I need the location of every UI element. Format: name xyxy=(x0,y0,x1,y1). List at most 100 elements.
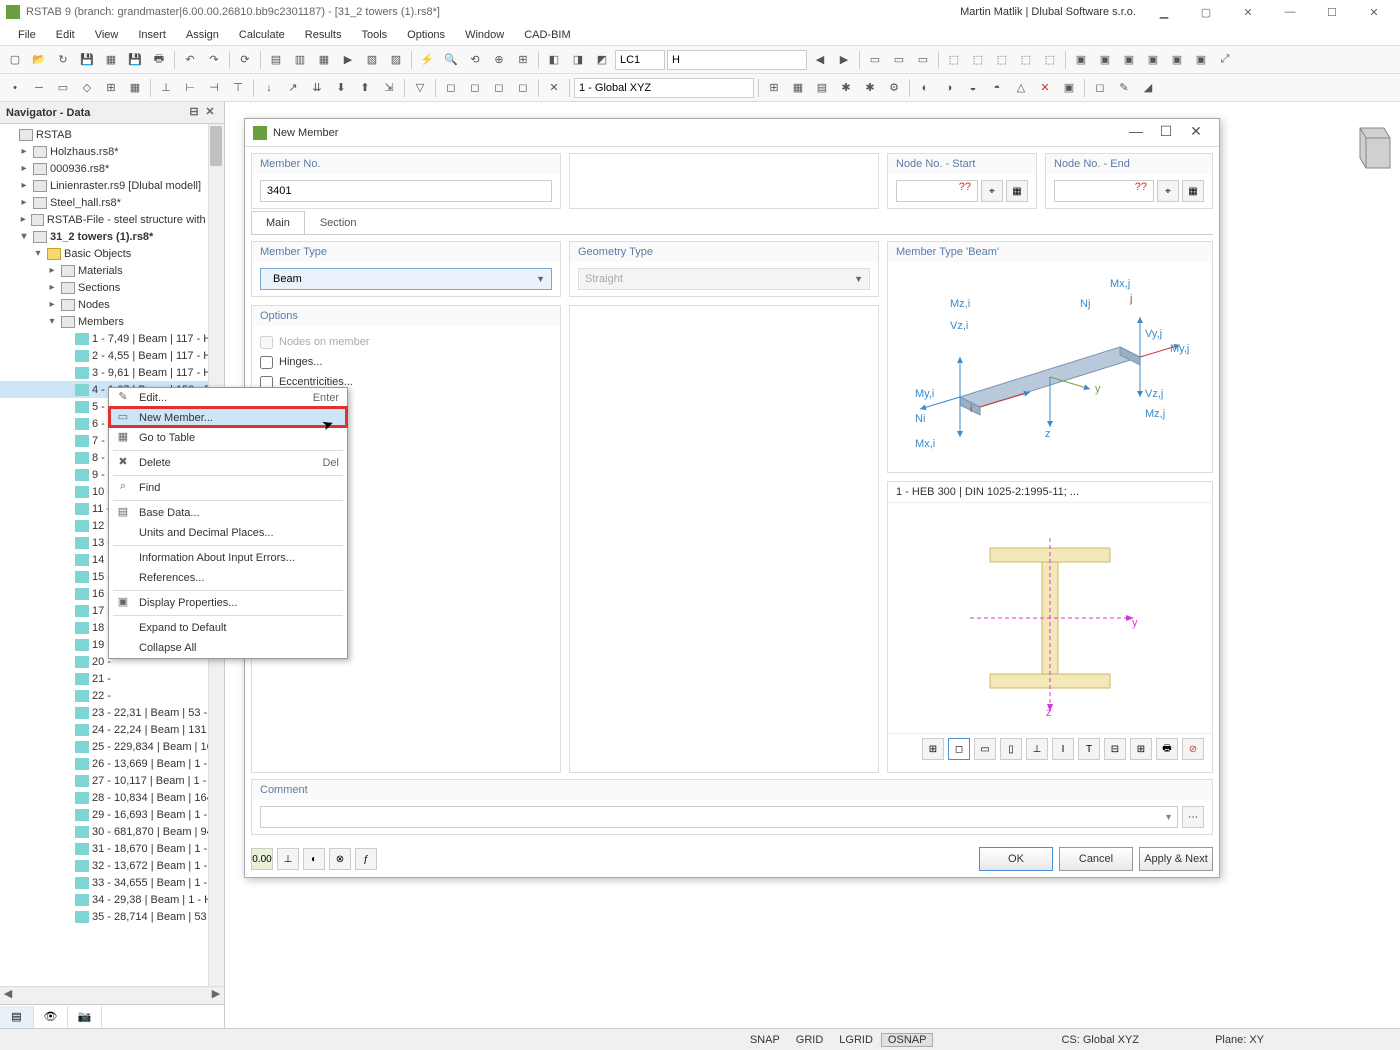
tree-member[interactable]: 26 - 13,669 | Beam | 1 - H xyxy=(0,755,224,772)
nav-left-icon[interactable]: ◀ xyxy=(809,49,831,71)
ctx-collapse-all[interactable]: Collapse All xyxy=(109,638,347,658)
t2-icon[interactable]: ─ xyxy=(28,77,50,99)
dialog-minimize-button[interactable]: — xyxy=(1121,123,1151,143)
ctx-go-to-table[interactable]: ▦Go to Table xyxy=(109,428,347,448)
sec-btn[interactable]: I xyxy=(1052,738,1074,760)
coordsystem-combo[interactable]: 1 - Global XYZ xyxy=(574,78,754,98)
cancel-button[interactable]: Cancel xyxy=(1059,847,1133,871)
ctx-find[interactable]: ⌕Find xyxy=(109,478,347,498)
t2-icon[interactable]: ◒ xyxy=(962,77,984,99)
t2-icon[interactable]: ◻ xyxy=(488,77,510,99)
ok-button[interactable]: OK xyxy=(979,847,1053,871)
option-checkbox[interactable]: Hinges... xyxy=(260,352,552,372)
t2-icon[interactable]: ⊥ xyxy=(155,77,177,99)
sec-btn[interactable]: 🖶 xyxy=(1156,738,1178,760)
tree-file[interactable]: ▸Linienraster.rs9 [Dlubal modell] xyxy=(0,177,224,194)
tree-basic-objects[interactable]: ▾Basic Objects xyxy=(0,245,224,262)
dialog-maximize-button[interactable]: ☐ xyxy=(1151,123,1181,143)
extra-button-3[interactable]: ⊗ xyxy=(329,848,351,870)
nav-tab-display[interactable]: 👁 xyxy=(34,1006,68,1028)
box6-icon[interactable]: ▣ xyxy=(1190,49,1212,71)
tree-file[interactable]: ▸Steel_hall.rs8* xyxy=(0,194,224,211)
undo-icon[interactable]: ↶ xyxy=(179,49,201,71)
apply-next-button[interactable]: Apply & Next xyxy=(1139,847,1213,871)
t2-icon[interactable]: ▤ xyxy=(811,77,833,99)
tab-main[interactable]: Main xyxy=(251,211,305,234)
ctx-information-about-input-errors-[interactable]: Information About Input Errors... xyxy=(109,548,347,568)
sec-btn[interactable]: ⊘ xyxy=(1182,738,1204,760)
t2-icon[interactable]: ⊞ xyxy=(763,77,785,99)
cycle-icon[interactable]: ⟳ xyxy=(234,49,256,71)
menu-tools[interactable]: Tools xyxy=(351,27,397,43)
tree-member[interactable]: 23 - 22,31 | Beam | 53 - D xyxy=(0,704,224,721)
ctx-expand-to-default[interactable]: Expand to Default xyxy=(109,618,347,638)
t2-icon[interactable]: ⊢ xyxy=(179,77,201,99)
tree-member[interactable]: 22 - xyxy=(0,687,224,704)
save2-icon[interactable]: 💾 xyxy=(124,49,146,71)
comment-button[interactable]: ⋯ xyxy=(1182,806,1204,828)
box2-icon[interactable]: ▣ xyxy=(1094,49,1116,71)
tree-member[interactable]: 34 - 29,38 | Beam | 1 - HE xyxy=(0,891,224,908)
box3-icon[interactable]: ▣ xyxy=(1118,49,1140,71)
menu-options[interactable]: Options xyxy=(397,27,455,43)
t2-icon[interactable]: ⬆ xyxy=(354,77,376,99)
tree-member[interactable]: 33 - 34,655 | Beam | 1 - H xyxy=(0,874,224,891)
tree-member[interactable]: 24 - 22,24 | Beam | 131 - I xyxy=(0,721,224,738)
ctx-edit-[interactable]: ✎Edit...Enter xyxy=(109,388,347,408)
tree-file[interactable]: ▸RSTAB-File - steel structure with fou xyxy=(0,211,224,228)
units-button[interactable]: 0.00 xyxy=(251,848,273,870)
run-icon[interactable]: ▶ xyxy=(337,49,359,71)
panel-pin-icon[interactable]: ⊟ xyxy=(186,105,202,121)
ctx-units-and-decimal-places-[interactable]: Units and Decimal Places... xyxy=(109,523,347,543)
t2-icon[interactable]: ▣ xyxy=(1058,77,1080,99)
sec-btn[interactable]: ⊟ xyxy=(1104,738,1126,760)
menu-window[interactable]: Window xyxy=(455,27,514,43)
menu-edit[interactable]: Edit xyxy=(46,27,85,43)
mod3-icon[interactable]: ⬚ xyxy=(991,49,1013,71)
extra-button-4[interactable]: ƒ xyxy=(355,848,377,870)
t2-icon[interactable]: ▭ xyxy=(52,77,74,99)
sec-btn[interactable]: ⊥ xyxy=(1026,738,1048,760)
table2-icon[interactable]: ▥ xyxy=(289,49,311,71)
grid-toggle[interactable]: GRID xyxy=(788,1034,832,1046)
t2-icon[interactable]: ◑ xyxy=(938,77,960,99)
box1-icon[interactable]: ▣ xyxy=(1070,49,1092,71)
node-start-input[interactable]: ?? xyxy=(896,180,978,202)
t2-icon[interactable]: ⇲ xyxy=(378,77,400,99)
t2-icon[interactable]: ◇ xyxy=(76,77,98,99)
t2-icon[interactable]: ✱ xyxy=(835,77,857,99)
tree-member[interactable]: 31 - 18,670 | Beam | 1 - H xyxy=(0,840,224,857)
tree-member[interactable]: 35 - 28,714 | Beam | 53 - I xyxy=(0,908,224,925)
rotate-icon[interactable]: ⟲ xyxy=(464,49,486,71)
osnap-toggle[interactable]: OSNAP xyxy=(881,1033,934,1047)
tree-member[interactable]: 2 - 4,55 | Beam | 117 - HE xyxy=(0,347,224,364)
menu-view[interactable]: View xyxy=(85,27,129,43)
tree-active-file[interactable]: ▾31_2 towers (1).rs8* xyxy=(0,228,224,245)
tree-root[interactable]: RSTAB xyxy=(0,126,224,143)
sec-btn[interactable]: T xyxy=(1078,738,1100,760)
tree-member[interactable]: 1 - 7,49 | Beam | 117 - HE xyxy=(0,330,224,347)
extra3-icon[interactable]: ▭ xyxy=(912,49,934,71)
lgrid-toggle[interactable]: LGRID xyxy=(831,1034,881,1046)
box4-icon[interactable]: ▣ xyxy=(1142,49,1164,71)
t2-icon[interactable]: ⊣ xyxy=(203,77,225,99)
sec-btn[interactable]: ◻ xyxy=(948,738,970,760)
sec-btn[interactable]: ▭ xyxy=(974,738,996,760)
t2-icon[interactable]: ◐ xyxy=(914,77,936,99)
menu-results[interactable]: Results xyxy=(295,27,352,43)
ctx-delete[interactable]: ✖DeleteDel xyxy=(109,453,347,473)
t2-icon[interactable]: ▦ xyxy=(787,77,809,99)
ctx-base-data-[interactable]: ▤Base Data... xyxy=(109,503,347,523)
pick-end-button[interactable]: ⌖ xyxy=(1157,180,1179,202)
pick-start-button[interactable]: ⌖ xyxy=(981,180,1003,202)
bolt-icon[interactable]: ⚡ xyxy=(416,49,438,71)
dialog-close-button[interactable]: ✕ xyxy=(1181,123,1211,143)
t2-icon[interactable]: ⇊ xyxy=(306,77,328,99)
nav-right-icon[interactable]: ▶ xyxy=(833,49,855,71)
view1-icon[interactable]: ◧ xyxy=(543,49,565,71)
tree-member[interactable]: 28 - 10,834 | Beam | 164 - xyxy=(0,789,224,806)
snap-toggle[interactable]: SNAP xyxy=(742,1034,788,1046)
t2-icon[interactable]: ⚙ xyxy=(883,77,905,99)
t2-icon[interactable]: ⊤ xyxy=(227,77,249,99)
t2-icon[interactable]: ⬇ xyxy=(330,77,352,99)
